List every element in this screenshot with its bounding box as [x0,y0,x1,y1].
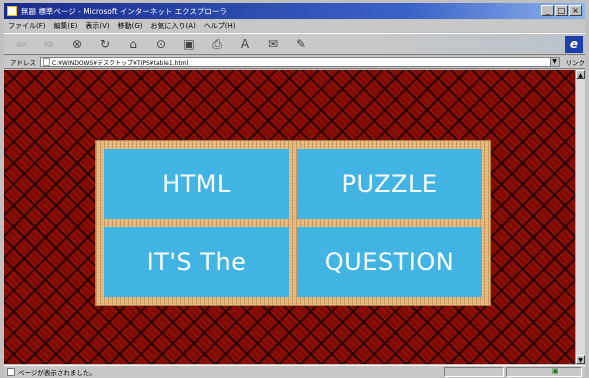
close-button[interactable]: × [569,5,582,16]
address-label: アドレス [10,59,36,67]
minimize-button[interactable]: _ [541,5,554,16]
window-controls: _ □ × [541,5,582,16]
menu-file[interactable]: ファイル(F) [4,21,50,31]
address-input[interactable]: C:¥WINDOWS¥デスクトップ¥TIPS¥table1.html ▼ [40,57,560,67]
links-label[interactable]: リンク [566,57,586,67]
menu-view[interactable]: 表示(V) [81,21,113,31]
stop-icon[interactable]: ⊗ [66,37,88,51]
status-panel-progress [444,367,504,377]
address-value[interactable]: C:¥WINDOWS¥デスクトップ¥TIPS¥table1.html [52,58,188,67]
favorites-icon[interactable]: ▣ [178,37,200,51]
page-loaded-icon [7,367,15,376]
search-icon[interactable]: ⊙ [150,37,172,51]
puzzle-table: HTML PUZZLE IT'S The QUESTION [96,141,490,305]
scroll-up-icon[interactable]: ▲ [576,70,585,79]
status-bar: ページが表示されました。 ▣ [4,365,585,377]
window-title: 無題 標準ページ - Microsoft インターネット エクスプローラ [21,6,227,16]
maximize-button[interactable]: □ [555,5,568,16]
page-icon [43,58,50,66]
home-icon[interactable]: ⌂ [122,37,144,51]
status-panel-zone [506,367,582,377]
menu-favorites[interactable]: お気に入り(A) [147,21,200,31]
address-bar: アドレス C:¥WINDOWS¥デスクトップ¥TIPS¥table1.html … [4,56,585,69]
menu-bar: ファイル(F) 編集(E) 表示(V) 移動(G) お気に入り(A) ヘルプ(H… [4,20,585,32]
refresh-icon[interactable]: ↻ [94,37,116,51]
back-icon[interactable]: ⇦ [10,37,32,51]
menu-go[interactable]: 移動(G) [114,21,147,31]
scroll-down-icon[interactable]: ▼ [576,355,585,364]
table-cell-html: HTML [104,149,289,219]
print-icon[interactable]: ⎙ [206,37,228,52]
vertical-scrollbar[interactable]: ▲ ▼ [575,70,585,364]
table-cell-its-the: IT'S The [104,227,289,297]
status-text: ページが表示されました。 [18,368,96,377]
mail-icon[interactable]: ✉ [262,37,284,51]
page-content: HTML PUZZLE IT'S The QUESTION [4,70,575,364]
table-cell-puzzle: PUZZLE [297,149,482,219]
my-computer-icon: ▣ [552,367,559,375]
menu-help[interactable]: ヘルプ(H) [200,21,240,31]
title-bar: 無題 標準ページ - Microsoft インターネット エクスプローラ _ □… [4,3,585,19]
ie-window-icon[interactable] [7,6,17,16]
address-dropdown-icon[interactable]: ▼ [549,58,559,66]
toolbar: ⇦ ⇨ ⊗ ↻ ⌂ ⊙ ▣ ⎙ A ✉ ✎ e [4,33,585,55]
forward-icon[interactable]: ⇨ [38,37,60,51]
menu-edit[interactable]: 編集(E) [50,21,82,31]
font-icon[interactable]: A [234,37,256,51]
table-cell-question: QUESTION [297,227,482,297]
ie-logo-icon: e [565,36,583,53]
edit-icon[interactable]: ✎ [290,37,312,51]
